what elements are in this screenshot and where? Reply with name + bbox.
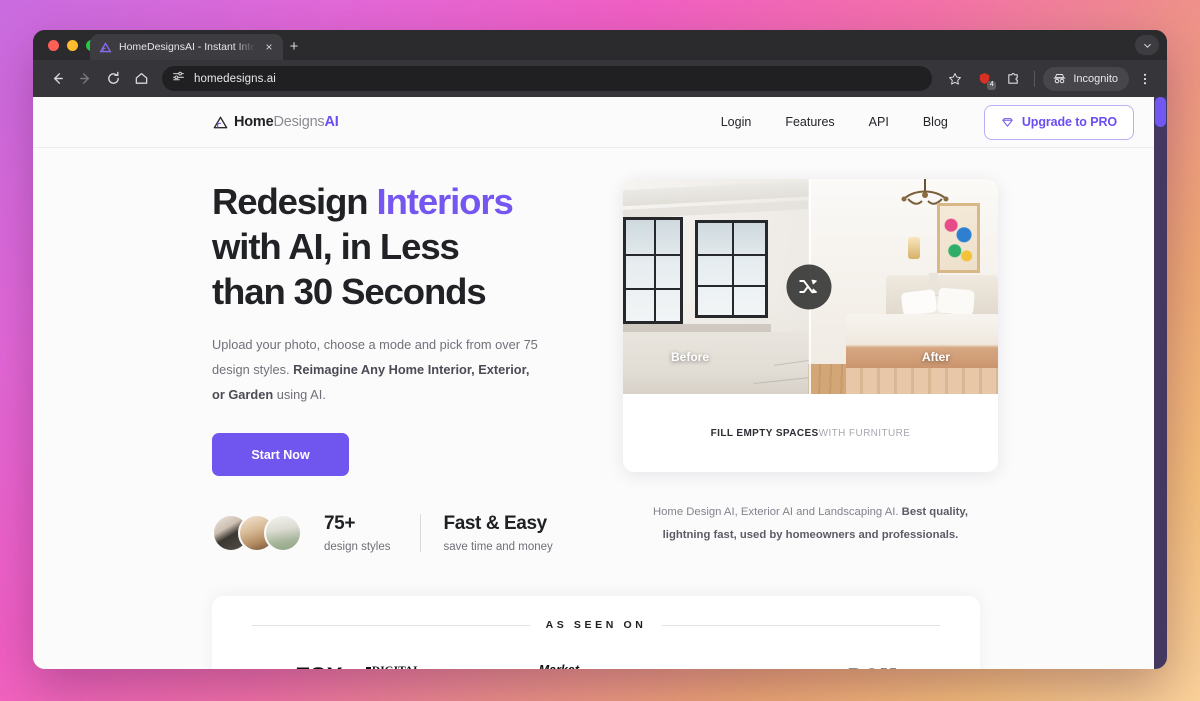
shuffle-icon[interactable] [786,264,832,309]
upgrade-to-pro-button[interactable]: Upgrade to PRO [983,104,1134,140]
incognito-profile-chip[interactable]: Incognito [1043,66,1129,91]
hero-stats-row: 75+ design styles Fast & Easy save time … [212,513,567,553]
site-header: HomeDesignsAI Login Features API Blog Up… [33,97,1154,148]
hero-subtitle-part2: using AI. [273,387,326,402]
scrollbar-thumb[interactable] [1155,97,1166,127]
press-logo-list: FOX DIGITAL JOURNAL BENZINGA Market Watc… [212,664,980,669]
browser-toolbar: homedesigns.ai 4 Incognito [33,60,1167,97]
window-before-2 [695,220,768,318]
incognito-icon [1054,74,1066,84]
as-seen-on-section: AS SEEN ON FOX DIGITAL JOURNAL BENZINGA … [212,596,980,669]
as-seen-on-title: AS SEEN ON [545,619,647,631]
close-tab-button[interactable]: × [262,41,276,53]
browser-tab[interactable]: HomeDesignsAI - Instant Inte × [90,34,283,60]
page-title: Redesign Interiors with AI, in Less than… [212,179,567,314]
window-before-1 [623,217,683,324]
hero-title-line3: than 30 Seconds [212,271,487,312]
toolbar-right-actions: 4 Incognito [942,66,1158,92]
page-scrollbar[interactable] [1154,97,1167,669]
address-bar[interactable]: homedesigns.ai [162,66,933,91]
press-logo-digital-journal: DIGITAL JOURNAL [365,665,422,670]
before-after-card: Before After FILL EMPTY SPACES WITH FURN… [623,179,998,472]
after-label: After [921,350,950,364]
nav-item-api[interactable]: API [869,115,889,129]
compare-caption: FILL EMPTY SPACES WITH FURNITURE [623,394,998,472]
hero-title-line1-accent: Interiors [376,181,514,222]
style-thumbnail-3 [264,514,302,552]
logo-part-ai: AI [324,114,339,130]
nav-item-login[interactable]: Login [721,115,752,129]
hero-section: Redesign Interiors with AI, in Less than… [33,148,1154,553]
browser-tab-title: HomeDesignsAI - Instant Inte [119,41,255,53]
home-logo-icon [213,116,228,128]
hero-note: Home Design AI, Exterior AI and Landscap… [623,501,998,547]
extension-badge-icon[interactable]: 4 [971,66,997,92]
stat-design-styles-value: 75+ [324,513,356,534]
style-thumbnails [212,514,302,552]
chevron-down-icon[interactable] [1135,35,1159,55]
site-logo-text: HomeDesignsAI [234,114,339,130]
stat-fast-easy-label: save time and money [443,541,553,553]
press-logo-marketwatch-line1: Market [539,663,579,669]
stat-fast-easy: Fast & Easy save time and money [443,513,552,553]
address-bar-url: homedesigns.ai [194,72,276,85]
hero-title-line1-plain: Redesign [212,181,377,222]
extension-badge-count: 4 [987,80,997,90]
stat-design-styles-label: design styles [324,541,391,553]
reload-button[interactable] [100,66,126,92]
forward-button[interactable] [72,66,98,92]
web-page: HomeDesignsAI Login Features API Blog Up… [33,97,1154,669]
logo-part-designs: Designs [273,114,325,130]
homedesignsai-favicon [99,41,112,54]
hero-left-column: Redesign Interiors with AI, in Less than… [212,179,567,553]
press-logo-boh: BOH [848,665,897,669]
nav-item-features[interactable]: Features [785,115,834,129]
bookmark-star-icon[interactable] [942,66,968,92]
wall-sconce [908,237,920,259]
minimize-window-button[interactable] [67,40,78,51]
stat-divider [420,514,422,552]
hero-title-line2: with AI, in Less [212,226,460,267]
site-navigation: Login Features API Blog [721,115,948,129]
wall-art-large [937,203,980,273]
gem-icon [1002,117,1013,127]
toolbar-separator [1034,70,1036,87]
compare-caption-strong: FILL EMPTY SPACES [710,427,819,439]
upgrade-to-pro-label: Upgrade to PRO [1021,115,1117,129]
page-viewport: HomeDesignsAI Login Features API Blog Up… [33,97,1167,669]
browser-window: HomeDesignsAI - Instant Inte × + homedes… [33,30,1167,669]
start-now-button[interactable]: Start Now [212,433,349,476]
browser-tab-strip: HomeDesignsAI - Instant Inte × + [33,30,1167,60]
site-settings-icon[interactable] [172,70,185,88]
browser-menu-icon[interactable] [1132,66,1158,92]
site-logo[interactable]: HomeDesignsAI [212,114,339,131]
extensions-puzzle-icon[interactable] [1000,66,1026,92]
back-button[interactable] [44,66,70,92]
press-logo-fox: FOX [295,664,342,669]
stat-fast-easy-value: Fast & Easy [443,513,547,534]
new-tab-button[interactable]: + [285,38,303,56]
hero-right-column: Before After FILL EMPTY SPACES WITH FURN… [623,179,998,553]
divider-right [662,624,941,626]
home-button[interactable] [128,66,154,92]
hero-subtitle: Upload your photo, choose a mode and pic… [212,332,542,407]
hero-note-plain: Home Design AI, Exterior AI and Landscap… [652,506,902,518]
nav-item-blog[interactable]: Blog [923,115,948,129]
before-after-slider[interactable]: Before After [623,179,998,394]
close-window-button[interactable] [48,40,59,51]
divider-left [252,624,530,626]
as-seen-on-header: AS SEEN ON [212,619,980,631]
stat-design-styles: 75+ design styles [324,513,390,553]
press-logo-marketwatch: Market Watch [539,664,579,669]
before-label: Before [671,350,710,364]
logo-part-home: Home [234,114,274,130]
incognito-label: Incognito [1073,72,1118,85]
press-logo-digital-journal-line1: DIGITAL [372,665,421,670]
compare-caption-soft: WITH FURNITURE [818,427,911,439]
